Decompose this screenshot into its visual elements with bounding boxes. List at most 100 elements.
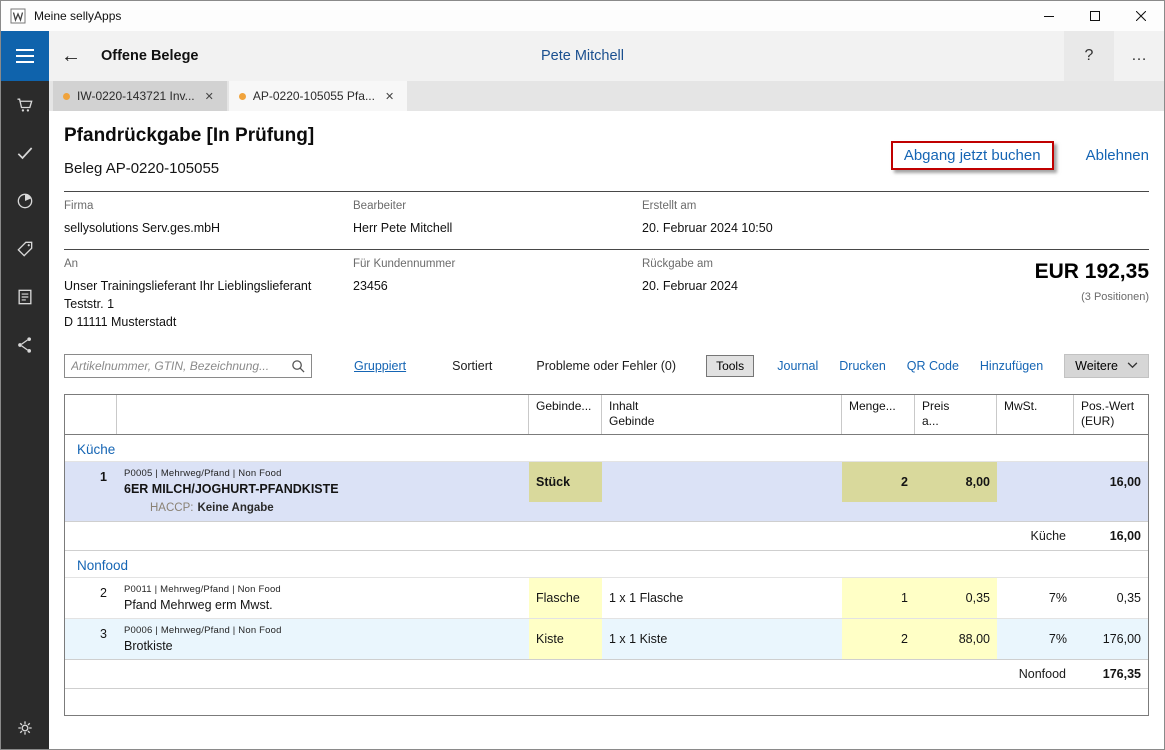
field-firma: Firma sellysolutions Serv.ges.mbH bbox=[64, 200, 353, 237]
toolbar-links: Journal Drucken QR Code Hinzufügen Weite… bbox=[777, 354, 1149, 378]
qr-code-link[interactable]: QR Code bbox=[907, 359, 959, 373]
row-number: 3 bbox=[65, 619, 117, 659]
haccp-line: HACCP:Keine Angabe bbox=[65, 502, 1148, 521]
search-icon[interactable] bbox=[291, 359, 305, 373]
menge-cell[interactable]: 2 bbox=[842, 619, 915, 659]
field-kundennummer: Für Kundennummer 23456 bbox=[353, 258, 642, 331]
group-header: Nonfood bbox=[65, 551, 1148, 577]
more-options-button[interactable]: … bbox=[1114, 31, 1164, 81]
inhalt-cell: 1 x 1 Kiste bbox=[602, 619, 842, 659]
article-cell: P0005 | Mehrweg/Pfand | Non Food 6ER MIL… bbox=[117, 462, 529, 502]
table-row[interactable]: 3 P0006 | Mehrweg/Pfand | Non Food Brotk… bbox=[65, 618, 1148, 659]
problems-filter[interactable]: Probleme oder Fehler (0) bbox=[536, 359, 676, 373]
document-fields: Firma sellysolutions Serv.ges.mbH Bearbe… bbox=[64, 191, 1149, 344]
titlebar: Meine sellyApps bbox=[1, 1, 1164, 31]
article-cell: P0006 | Mehrweg/Pfand | Non Food Brotkis… bbox=[117, 619, 529, 659]
window-title: Meine sellyApps bbox=[34, 9, 121, 23]
field-rueckgabe-am: Rückgabe am 20. Februar 2024 bbox=[642, 258, 899, 331]
header-actions: ? … bbox=[1064, 31, 1164, 81]
user-name[interactable]: Pete Mitchell bbox=[541, 48, 624, 64]
tab-inventur[interactable]: IW-0220-143721 Inv... ✕ bbox=[53, 81, 227, 111]
group-header: Küche bbox=[65, 435, 1148, 461]
book-outgoing-button[interactable]: Abgang jetzt buchen bbox=[904, 147, 1041, 164]
inhalt-cell: 1 x 1 Flasche bbox=[602, 578, 842, 618]
app-header: ← Offene Belege Pete Mitchell ? … bbox=[1, 31, 1164, 81]
gebinde-cell[interactable]: Stück bbox=[529, 462, 602, 502]
group-subtotal: Nonfood 176,35 bbox=[65, 659, 1148, 689]
print-link[interactable]: Drucken bbox=[839, 359, 886, 373]
col-menge: Menge... bbox=[842, 395, 915, 434]
unsaved-dot-icon bbox=[63, 93, 70, 100]
share-network-icon[interactable] bbox=[14, 334, 36, 356]
mwst-cell: 7% bbox=[997, 578, 1074, 618]
mwst-cell: 7% bbox=[997, 619, 1074, 659]
pos-wert-cell: 0,35 bbox=[1074, 578, 1148, 618]
article-cell: P0011 | Mehrweg/Pfand | Non Food Pfand M… bbox=[117, 578, 529, 618]
close-icon[interactable]: ✕ bbox=[382, 88, 397, 105]
app-window: Meine sellyApps ← Offene Belege Pete Mit… bbox=[1, 1, 1164, 749]
table-row[interactable]: 2 P0011 | Mehrweg/Pfand | Non Food Pfand… bbox=[65, 577, 1148, 618]
row-number: 1 bbox=[65, 462, 117, 502]
app-icon bbox=[10, 8, 26, 24]
close-button[interactable] bbox=[1118, 1, 1164, 31]
position-count: (3 Positionen) bbox=[899, 291, 1149, 303]
help-button[interactable]: ? bbox=[1064, 31, 1114, 81]
weitere-dropdown[interactable]: Weitere bbox=[1064, 354, 1149, 378]
table-header-row: Gebinde... InhaltGebinde Menge... Preisa… bbox=[65, 395, 1148, 435]
positions-toolbar: Gruppiert Sortiert Probleme oder Fehler … bbox=[64, 354, 1149, 378]
journal-book-icon[interactable] bbox=[14, 286, 36, 308]
document-header: Pfandrückgabe [In Prüfung] Abgang jetzt … bbox=[64, 125, 1149, 177]
col-pos-wert: Pos.-Wert(EUR) bbox=[1074, 395, 1148, 434]
cart-icon[interactable] bbox=[14, 94, 36, 116]
col-preis: Preisa... bbox=[915, 395, 997, 434]
total-amount: EUR 192,35 bbox=[899, 260, 1149, 284]
reject-button[interactable]: Ablehnen bbox=[1086, 147, 1149, 164]
gebinde-cell[interactable]: Kiste bbox=[529, 619, 602, 659]
tools-button[interactable]: Tools bbox=[706, 355, 754, 377]
journal-link[interactable]: Journal bbox=[777, 359, 818, 373]
menge-cell[interactable]: 1 bbox=[842, 578, 915, 618]
maximize-button[interactable] bbox=[1072, 1, 1118, 31]
positions-table: Gebinde... InhaltGebinde Menge... Preisa… bbox=[64, 394, 1149, 716]
page-title: Offene Belege bbox=[101, 48, 199, 64]
field-an: An Unser Trainingslieferant Ihr Liebling… bbox=[64, 258, 353, 331]
minimize-button[interactable] bbox=[1026, 1, 1072, 31]
table-row[interactable]: 1 P0005 | Mehrweg/Pfand | Non Food 6ER M… bbox=[65, 461, 1148, 521]
preis-cell[interactable]: 88,00 bbox=[915, 619, 997, 659]
add-link[interactable]: Hinzufügen bbox=[980, 359, 1043, 373]
price-tag-icon[interactable] bbox=[14, 238, 36, 260]
row-number: 2 bbox=[65, 578, 117, 618]
pie-chart-icon[interactable] bbox=[14, 190, 36, 212]
unsaved-dot-icon bbox=[239, 93, 246, 100]
tab-pfandrueckgabe[interactable]: AP-0220-105055 Pfa... ✕ bbox=[229, 81, 407, 111]
article-search bbox=[64, 354, 312, 378]
search-input[interactable] bbox=[71, 359, 291, 373]
gruppiert-toggle[interactable]: Gruppiert bbox=[354, 359, 406, 373]
chevron-down-icon bbox=[1127, 362, 1138, 369]
menge-cell[interactable]: 2 bbox=[842, 462, 915, 502]
hamburger-menu-button[interactable] bbox=[1, 31, 49, 81]
table-filler bbox=[65, 689, 1148, 715]
highlight-box: Abgang jetzt buchen bbox=[891, 141, 1054, 170]
close-icon[interactable]: ✕ bbox=[202, 88, 217, 105]
group-subtotal: Küche 16,00 bbox=[65, 521, 1148, 551]
back-button[interactable]: ← bbox=[61, 46, 81, 66]
field-bearbeiter: Bearbeiter Herr Pete Mitchell bbox=[353, 200, 642, 237]
document-tabbar: IW-0220-143721 Inv... ✕ AP-0220-105055 P… bbox=[1, 81, 1164, 111]
window-controls bbox=[1026, 1, 1164, 31]
document-total: EUR 192,35 (3 Positionen) bbox=[899, 258, 1149, 331]
col-mwst: MwSt. bbox=[997, 395, 1074, 434]
gebinde-cell[interactable]: Flasche bbox=[529, 578, 602, 618]
preis-cell[interactable]: 0,35 bbox=[915, 578, 997, 618]
field-erstellt-am: Erstellt am 20. Februar 2024 10:50 bbox=[642, 200, 899, 237]
sortiert-toggle[interactable]: Sortiert bbox=[452, 359, 492, 373]
pos-wert-cell: 176,00 bbox=[1074, 619, 1148, 659]
pos-wert-cell: 16,00 bbox=[1074, 462, 1148, 502]
inhalt-cell bbox=[602, 462, 842, 502]
gear-icon[interactable] bbox=[14, 717, 36, 739]
mwst-cell bbox=[997, 462, 1074, 502]
preis-cell[interactable]: 8,00 bbox=[915, 462, 997, 502]
document-view: Pfandrückgabe [In Prüfung] Abgang jetzt … bbox=[49, 111, 1164, 749]
checkmark-icon[interactable] bbox=[14, 142, 36, 164]
document-actions: Abgang jetzt buchen Ablehnen bbox=[891, 141, 1149, 170]
